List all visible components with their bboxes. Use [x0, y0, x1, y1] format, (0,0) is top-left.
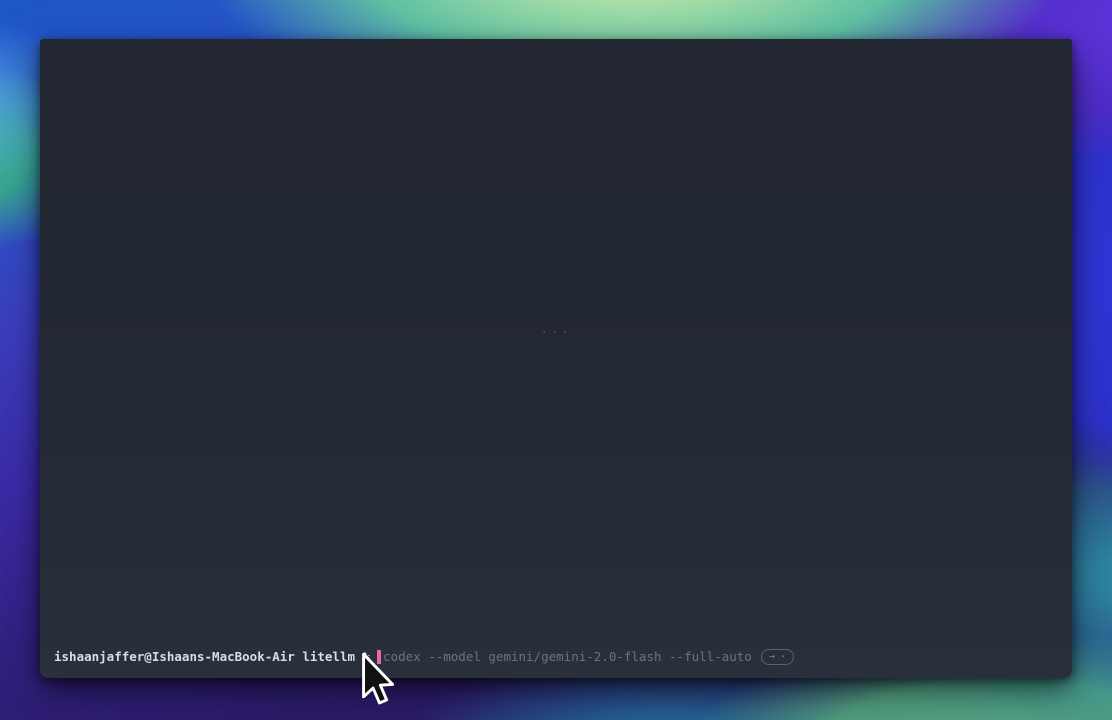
terminal-window[interactable]: ... ishaanjaffer@Ishaans-MacBook-Air lit… [40, 39, 1072, 678]
accept-suggestion-hint-badge: → · [761, 649, 795, 665]
right-arrow-icon: → [769, 650, 775, 664]
terminal-loading-ellipsis: ... [40, 322, 1072, 336]
dot-icon: · [780, 650, 787, 664]
terminal-command-line[interactable]: ishaanjaffer@Ishaans-MacBook-Air litellm… [54, 648, 1058, 665]
autosuggestion-text: codex --model gemini/gemini-2.0-flash --… [383, 648, 752, 665]
prompt-directory: litellm [302, 648, 355, 665]
text-cursor-caret [377, 650, 381, 664]
prompt-user-host: ishaanjaffer@Ishaans-MacBook-Air [54, 648, 295, 665]
prompt-symbol: % [363, 648, 371, 665]
